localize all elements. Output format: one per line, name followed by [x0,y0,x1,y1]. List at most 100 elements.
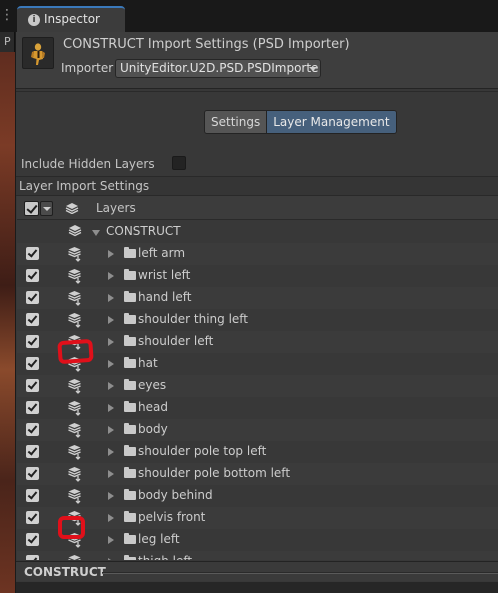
folder-icon [124,423,136,434]
tab-inspector[interactable]: i Inspector [17,6,125,32]
layers-column-header: Layers [96,201,136,215]
mode-toggle: Settings Layer Management [204,110,397,134]
layers-icon [65,202,79,217]
red-annotation-mark [57,338,94,365]
expand-arrow-icon[interactable] [108,426,114,434]
folder-icon [124,511,136,522]
merge-layers-icon[interactable] [68,246,82,265]
layer-name: shoulder pole top left [138,444,267,458]
merge-layers-icon[interactable] [68,378,82,397]
layer-row[interactable]: shoulder thing left [17,309,498,331]
tab-bar: i Inspector [15,0,498,32]
layer-visibility-checkbox[interactable] [26,269,39,282]
layer-visibility-checkbox[interactable] [26,357,39,370]
layer-visibility-checkbox[interactable] [26,313,39,326]
merge-layers-icon[interactable] [68,466,82,485]
layer-row[interactable]: shoulder pole top left [17,441,498,463]
layer-visibility-checkbox[interactable] [26,401,39,414]
merge-layers-icon[interactable] [68,290,82,309]
include-hidden-layers-checkbox[interactable] [172,156,186,170]
expand-arrow-icon[interactable] [108,294,114,302]
info-icon: i [28,14,40,26]
expand-arrow-icon[interactable] [108,316,114,324]
layer-visibility-checkbox[interactable] [26,423,39,436]
folder-icon [124,533,136,544]
layer-name: body behind [138,488,213,502]
scene-tab-fragment[interactable]: P [0,32,15,52]
layer-visibility-checkbox[interactable] [26,467,39,480]
expand-arrow-icon[interactable] [108,404,114,412]
folder-icon [124,335,136,346]
merge-layers-icon[interactable] [68,444,82,463]
folder-icon [124,401,136,412]
layer-visibility-checkbox[interactable] [26,489,39,502]
expand-arrow-icon[interactable] [108,360,114,368]
layer-name: shoulder left [138,334,214,348]
layer-row[interactable]: body [17,419,498,441]
expand-arrow-icon[interactable] [108,250,114,258]
more-dots-icon[interactable]: ⋮ [0,8,14,28]
layer-visibility-checkbox[interactable] [26,533,39,546]
layer-visibility-checkbox[interactable] [26,247,39,260]
expand-arrow-icon[interactable] [108,448,114,456]
layer-row[interactable]: wrist left [17,265,498,287]
folder-icon [124,379,136,390]
layer-row[interactable]: pelvis front [17,507,498,529]
expand-arrow-icon[interactable] [108,558,114,560]
layer-visibility-checkbox[interactable] [26,511,39,524]
merge-layers-icon[interactable] [68,268,82,287]
merge-layers-icon[interactable] [68,400,82,419]
bottom-strip [16,582,498,593]
layer-row[interactable]: thigh left [17,551,498,560]
expand-arrow-icon[interactable] [108,272,114,280]
expand-arrow-icon[interactable] [108,338,114,346]
layer-row[interactable]: head [17,397,498,419]
collapse-arrow-icon[interactable] [92,230,100,236]
expand-arrow-icon[interactable] [108,492,114,500]
importer-dropdown-value: UnityEditor.U2D.PSD.PSDImporte [120,61,319,75]
importer-label: Importer [61,61,114,75]
layer-row[interactable]: leg left [17,529,498,551]
layer-visibility-checkbox[interactable] [26,335,39,348]
merge-layers-icon[interactable] [68,312,82,331]
layer-row[interactable]: left arm [17,243,498,265]
importer-dropdown[interactable]: UnityEditor.U2D.PSD.PSDImporte [115,59,321,78]
merge-layers-icon[interactable] [68,554,82,560]
inspector-header: CONSTRUCT Import Settings (PSD Importer)… [16,32,498,89]
layer-import-settings-header: Layer Import Settings [16,176,498,196]
folder-icon [124,269,136,280]
expand-arrow-icon[interactable] [108,514,114,522]
select-all-checkbox[interactable] [24,201,39,216]
layer-row[interactable]: body behind [17,485,498,507]
tab-settings[interactable]: Settings [205,111,267,133]
tab-layer-management[interactable]: Layer Management [266,111,396,133]
layer-row[interactable]: eyes [17,375,498,397]
layer-group-icon [68,224,82,241]
folder-icon [124,357,136,368]
layer-visibility-checkbox[interactable] [26,555,39,560]
expand-arrow-icon[interactable] [108,470,114,478]
layer-name: shoulder pole bottom left [138,466,291,480]
layer-visibility-checkbox[interactable] [26,445,39,458]
folder-icon [124,313,136,324]
select-all-dropdown[interactable] [40,201,53,216]
layer-root-name: CONSTRUCT [106,224,181,238]
layer-name: body [138,422,168,436]
layer-name: hand left [138,290,192,304]
layer-visibility-checkbox[interactable] [26,379,39,392]
merge-layers-icon[interactable] [68,488,82,507]
footer-label: CONSTRUCT [24,565,106,579]
layer-row-root[interactable]: CONSTRUCT [17,221,498,243]
layer-row[interactable]: shoulder pole bottom left [17,463,498,485]
scene-view-background [0,34,15,593]
layer-row[interactable]: hand left [17,287,498,309]
layer-name: hat [138,356,158,370]
expand-arrow-icon[interactable] [108,382,114,390]
tab-inspector-label: Inspector [44,12,100,26]
folder-icon [124,555,136,560]
expand-arrow-icon[interactable] [108,536,114,544]
layer-visibility-checkbox[interactable] [26,291,39,304]
merge-layers-icon[interactable] [68,422,82,441]
layer-name: thigh left [138,554,192,560]
psd-asset-icon [22,37,54,69]
